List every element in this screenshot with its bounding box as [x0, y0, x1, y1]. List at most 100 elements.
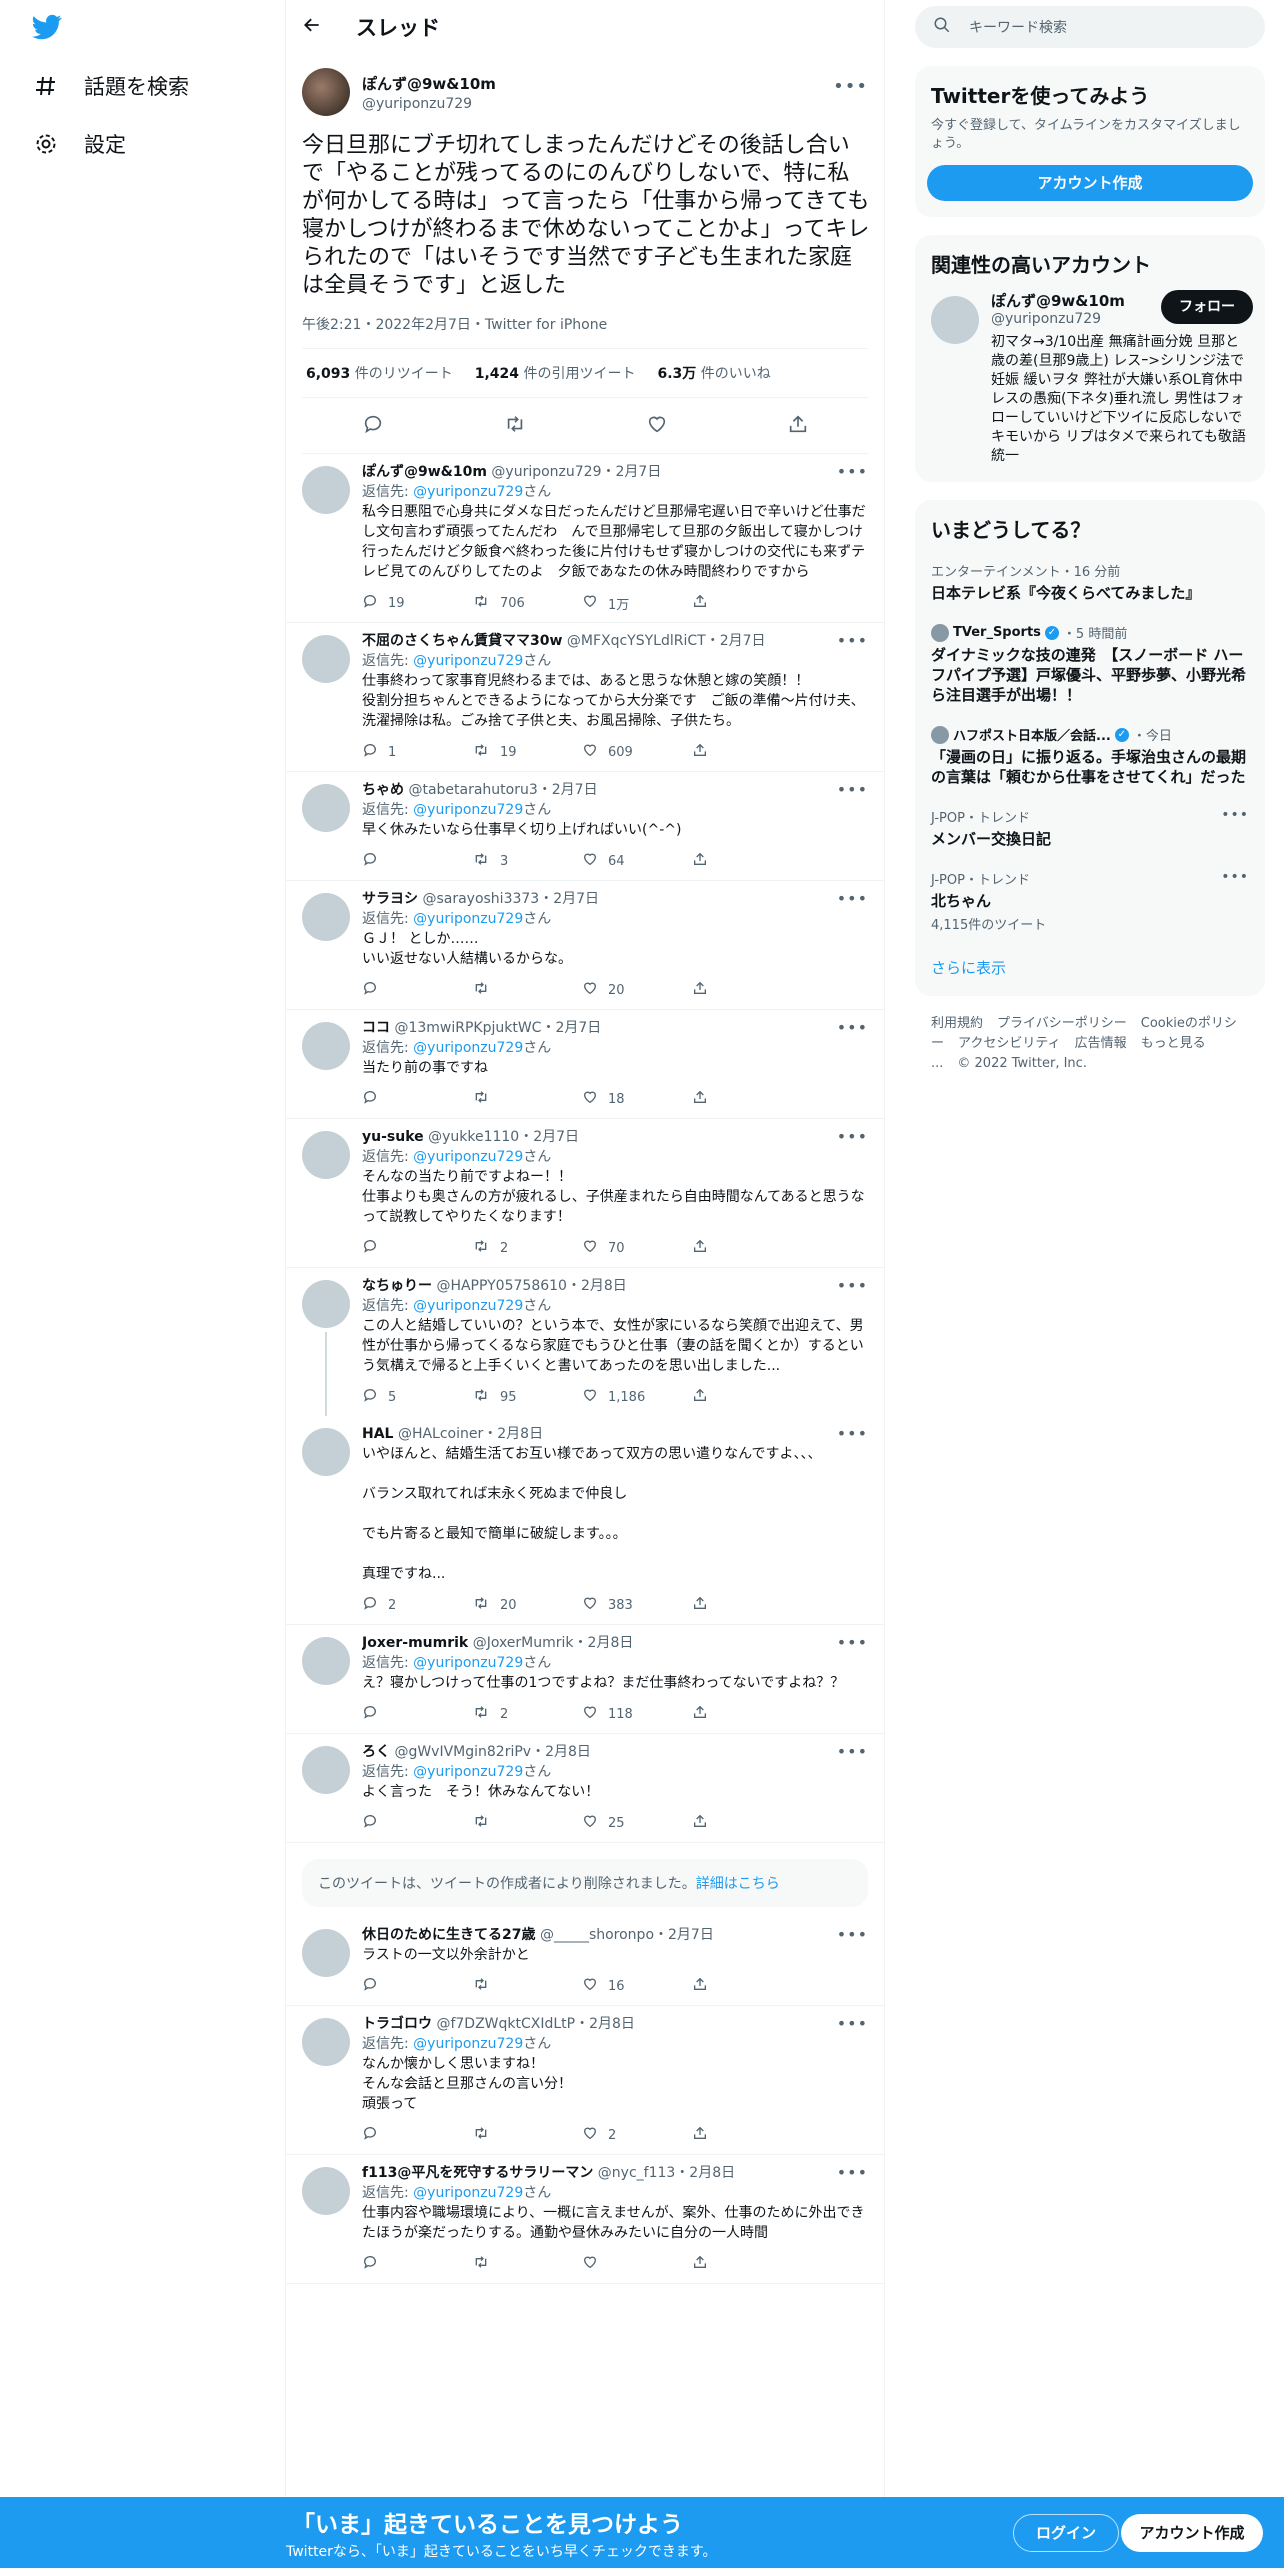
reply-tweet[interactable]: ちゃめ @tabetarahutoru3・2月7日 ••• 返信先: @yuripo…	[286, 772, 884, 881]
reply-author-handle[interactable]: @gWvIVMgin82riPv	[394, 1744, 531, 1760]
share-action[interactable]	[692, 1387, 802, 1407]
back-arrow-icon[interactable]	[302, 15, 322, 39]
reply-action[interactable]	[362, 1976, 472, 1996]
twitter-logo-icon[interactable]	[30, 12, 66, 44]
more-options-icon[interactable]: •••	[1221, 869, 1249, 885]
more-options-icon[interactable]: •••	[837, 462, 868, 481]
reply-icon[interactable]	[362, 413, 384, 439]
retweet-action[interactable]: 706	[472, 593, 582, 613]
retweet-action[interactable]: 2	[472, 1704, 582, 1724]
reply-author-handle[interactable]: @nyc_f113	[598, 2165, 676, 2181]
reply-author-name[interactable]: 不屈のさくちゃん賃貸ママ30w	[362, 633, 562, 649]
quote-stat[interactable]: 1,424 件の引用ツイート	[475, 363, 636, 383]
author-handle[interactable]: @yuriponzu729	[362, 96, 496, 112]
avatar[interactable]	[302, 2018, 350, 2066]
like-action[interactable]: 2	[582, 2125, 692, 2145]
reply-author-handle[interactable]: @yukke1110	[428, 1129, 519, 1145]
more-options-icon[interactable]: •••	[837, 2163, 868, 2182]
share-action[interactable]	[692, 851, 802, 871]
avatar[interactable]	[302, 784, 350, 832]
reply-tweet[interactable]: ぽんず@9w&10m @yuriponzu729・2月7日 ••• 返信先: @yu…	[286, 454, 884, 623]
reply-author-name[interactable]: HAL	[362, 1426, 393, 1442]
reply-action[interactable]: 19	[362, 593, 472, 613]
more-options-icon[interactable]: •••	[1221, 807, 1249, 823]
follow-button[interactable]: フォロー	[1161, 290, 1253, 324]
like-stat[interactable]: 6.3万 件のいいね	[658, 363, 771, 383]
reply-author-name[interactable]: ぽんず@9w&10m	[362, 464, 487, 480]
reply-author-handle[interactable]: @MFXqcYSYLdlRiCT	[567, 633, 706, 649]
reply-author-name[interactable]: Joxer-mumrik	[362, 1635, 468, 1651]
reply-date[interactable]: ・2月7日	[538, 782, 598, 798]
reply-author-handle[interactable]: @yuriponzu729	[491, 464, 601, 480]
show-more-link[interactable]: さらに表示	[915, 943, 1265, 996]
share-action[interactable]	[692, 1238, 802, 1258]
retweet-action[interactable]	[472, 980, 582, 1000]
avatar[interactable]	[302, 1746, 350, 1794]
reply-author-handle[interactable]: @sarayoshi3373	[422, 891, 539, 907]
like-icon[interactable]	[646, 413, 668, 439]
like-action[interactable]: 25	[582, 1813, 692, 1833]
more-options-icon[interactable]: •••	[837, 1424, 868, 1443]
more-options-icon[interactable]: •••	[837, 889, 868, 908]
share-action[interactable]	[692, 980, 802, 1000]
mention-link[interactable]: @yuriponzu729	[413, 1298, 523, 1314]
trend-item[interactable]: ハフポスト日本版／会話... ✓ ・今日 「漫画の日」に振り返る。手塚治虫さんの最期の…	[915, 715, 1265, 797]
like-action[interactable]: 383	[582, 1595, 692, 1615]
avatar[interactable]	[302, 1637, 350, 1685]
reply-tweet[interactable]: なちゅりー @HAPPY05758610・2月8日 ••• 返信先: @yuripo…	[286, 1268, 884, 1416]
login-button[interactable]: ログイン	[1013, 2514, 1119, 2552]
more-options-icon[interactable]: •••	[837, 1925, 868, 1944]
like-action[interactable]: 64	[582, 851, 692, 871]
reply-tweet[interactable]: yu-suke @yukke1110・2月7日 ••• 返信先: @yuriponz…	[286, 1119, 884, 1268]
share-action[interactable]	[692, 742, 802, 762]
nav-explore[interactable]: 話題を検索	[32, 66, 189, 106]
reply-action[interactable]	[362, 1089, 472, 1109]
author-name[interactable]: ぽんず@9w&10m	[362, 73, 496, 94]
reply-tweet[interactable]: 不屈のさくちゃん賃貸ママ30w @MFXqcYSYLdlRiCT・2月7日 •••…	[286, 623, 884, 772]
reply-tweet[interactable]: 休日のために生きてる27歳 @_____shoronpo・2月7日 ••• ラストの…	[286, 1917, 884, 2006]
reply-author-name[interactable]: ちゃめ	[362, 782, 404, 798]
footer-link[interactable]: アクセシビリティ	[958, 1036, 1061, 1051]
reply-date[interactable]: ・2月7日	[541, 1020, 601, 1036]
avatar[interactable]	[302, 2167, 350, 2215]
reply-date[interactable]: ・2月7日	[602, 464, 662, 480]
mention-link[interactable]: @yuriponzu729	[413, 484, 523, 500]
reply-action[interactable]	[362, 851, 472, 871]
mention-link[interactable]: @yuriponzu729	[413, 1149, 523, 1165]
reply-date[interactable]: ・2月7日	[539, 891, 599, 907]
reply-date[interactable]: ・2月7日	[654, 1927, 714, 1943]
reply-action[interactable]: 1	[362, 742, 472, 762]
reply-author-handle[interactable]: @f7DZWqktCXIdLtP	[436, 2016, 575, 2032]
reply-author-handle[interactable]: @13mwiRPKpjuktWC	[394, 1020, 541, 1036]
reply-date[interactable]: ・2月8日	[574, 1635, 634, 1651]
mention-link[interactable]: @yuriponzu729	[413, 911, 523, 927]
more-options-icon[interactable]: •••	[837, 1127, 868, 1146]
like-action[interactable]: 70	[582, 1238, 692, 1258]
tweet-meta[interactable]: 午後2:21・2022年2月7日・Twitter for iPhone	[302, 314, 868, 349]
reply-author-name[interactable]: yu-suke	[362, 1129, 424, 1145]
reply-action[interactable]	[362, 980, 472, 1000]
like-action[interactable]	[582, 2254, 692, 2274]
reply-tweet[interactable]: ココ @13mwiRPKpjuktWC・2月7日 ••• 返信先: @yuripon…	[286, 1010, 884, 1119]
mention-link[interactable]: @yuriponzu729	[413, 653, 523, 669]
nav-settings[interactable]: 設定	[32, 124, 126, 164]
like-action[interactable]: 609	[582, 742, 692, 762]
reply-date[interactable]: ・2月8日	[483, 1426, 543, 1442]
reply-date[interactable]: ・2月8日	[575, 2016, 635, 2032]
share-action[interactable]	[692, 1089, 802, 1109]
avatar[interactable]	[302, 1929, 350, 1977]
reply-author-name[interactable]: サラヨシ	[362, 891, 418, 907]
avatar[interactable]	[931, 296, 979, 344]
retweet-action[interactable]	[472, 1813, 582, 1833]
reply-action[interactable]: 5	[362, 1387, 472, 1407]
like-action[interactable]: 18	[582, 1089, 692, 1109]
more-options-icon[interactable]: •••	[837, 1742, 868, 1761]
share-action[interactable]	[692, 1976, 802, 1996]
retweet-action[interactable]: 19	[472, 742, 582, 762]
retweet-action[interactable]	[472, 1976, 582, 1996]
avatar[interactable]	[302, 466, 350, 514]
footer-link[interactable]: © 2022 Twitter, Inc.	[957, 1056, 1087, 1071]
reply-author-handle[interactable]: @_____shoronpo	[540, 1927, 654, 1943]
avatar[interactable]	[302, 68, 350, 116]
share-action[interactable]	[692, 2254, 802, 2274]
